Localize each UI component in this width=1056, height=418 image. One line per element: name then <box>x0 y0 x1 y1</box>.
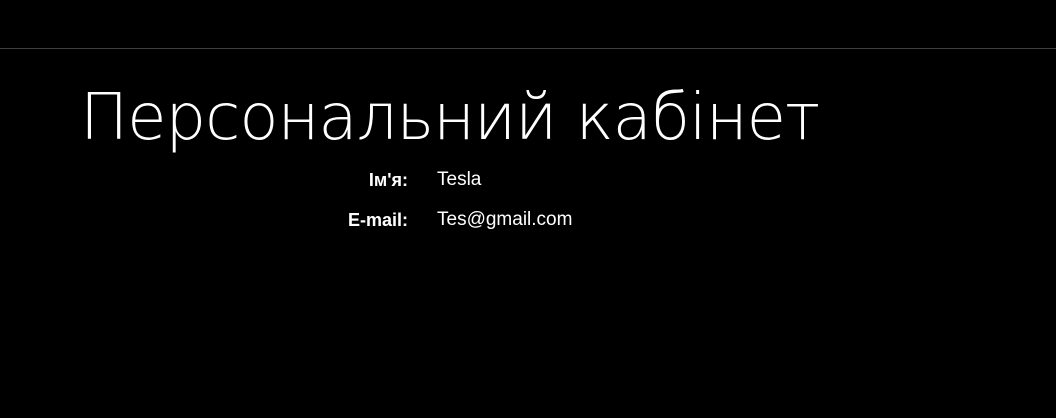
profile-row-name: Ім'я: Tesla <box>0 166 1056 206</box>
name-label: Ім'я: <box>368 170 408 190</box>
header-divider <box>0 48 1056 49</box>
email-label: E-mail: <box>347 210 408 230</box>
name-value: Tesla <box>437 169 482 190</box>
email-value: Tes@gmail.com <box>437 209 573 230</box>
page-title: Персональний кабінет <box>80 81 820 155</box>
profile-details: Ім'я: Tesla E-mail: Tes@gmail.com <box>0 166 1056 246</box>
profile-row-email: E-mail: Tes@gmail.com <box>0 206 1056 246</box>
